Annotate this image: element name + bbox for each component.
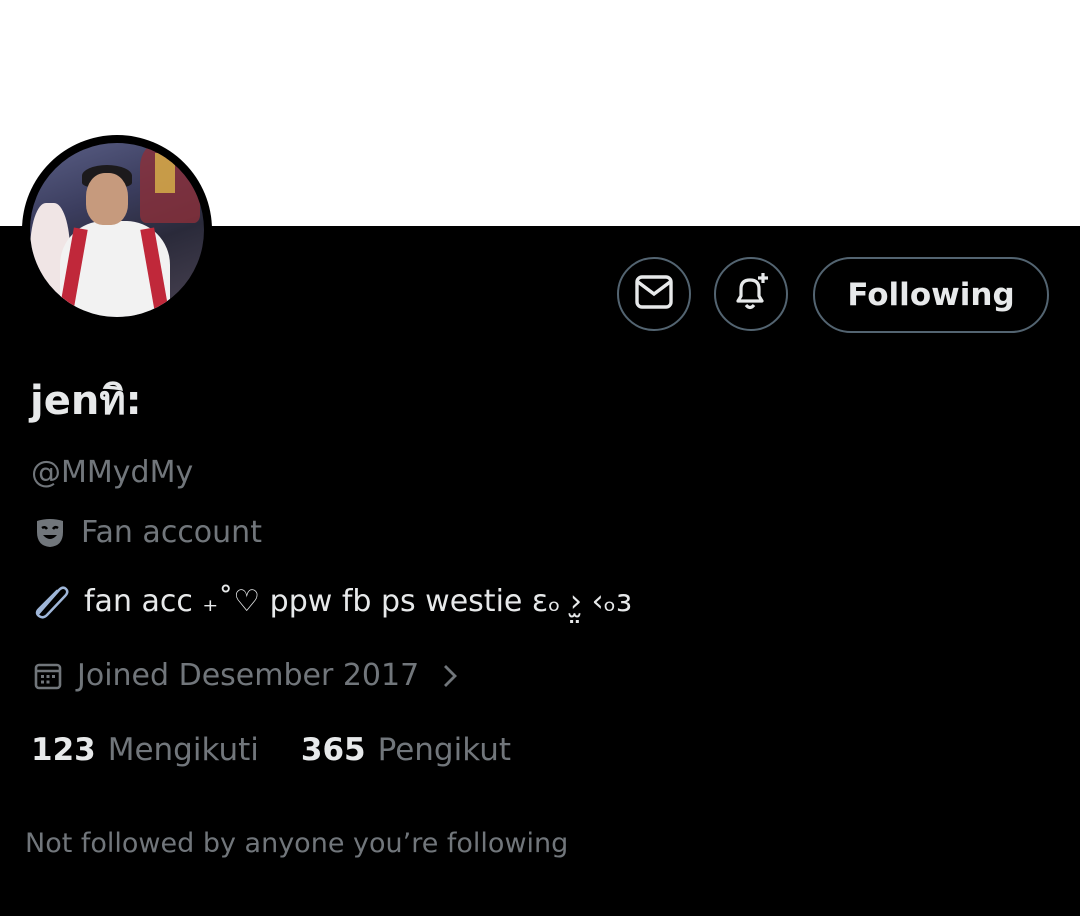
bell-plus-icon bbox=[729, 270, 773, 318]
follow-stats: 123 Mengikuti 365 Pengikut bbox=[31, 732, 553, 768]
profile-bio: fan acc ₊˚♡ ppw fb ps westie εₒ ›̫̤ ‹ₒз bbox=[32, 582, 632, 620]
notify-button[interactable] bbox=[714, 257, 788, 331]
display-name: jenทิ: bbox=[30, 378, 142, 424]
category-label: Fan account bbox=[81, 515, 262, 550]
followers-you-know: Not followed by anyone you’re following bbox=[25, 828, 569, 859]
chevron-right-icon[interactable] bbox=[441, 663, 459, 689]
theater-mask-icon bbox=[33, 516, 67, 550]
following-label[interactable]: Mengikuti bbox=[108, 732, 259, 768]
envelope-icon bbox=[634, 274, 674, 314]
message-button[interactable] bbox=[617, 257, 691, 331]
bio-text: fan acc ₊˚♡ ppw fb ps westie εₒ ›̫̤ ‹ₒз bbox=[84, 583, 632, 619]
followers-label[interactable]: Pengikut bbox=[378, 732, 511, 768]
avatar-image bbox=[30, 143, 204, 317]
profile-category[interactable]: Fan account bbox=[33, 515, 262, 550]
user-handle: @MMydMy bbox=[31, 455, 194, 490]
following-count[interactable]: 123 bbox=[31, 732, 96, 768]
joined-date: Joined Desember 2017 bbox=[33, 658, 459, 693]
pin-icon bbox=[32, 582, 70, 620]
joined-label: Joined Desember 2017 bbox=[77, 658, 420, 693]
avatar[interactable] bbox=[22, 135, 212, 325]
calendar-icon bbox=[33, 661, 63, 691]
following-button[interactable]: Following bbox=[813, 257, 1049, 333]
followers-count[interactable]: 365 bbox=[301, 732, 366, 768]
